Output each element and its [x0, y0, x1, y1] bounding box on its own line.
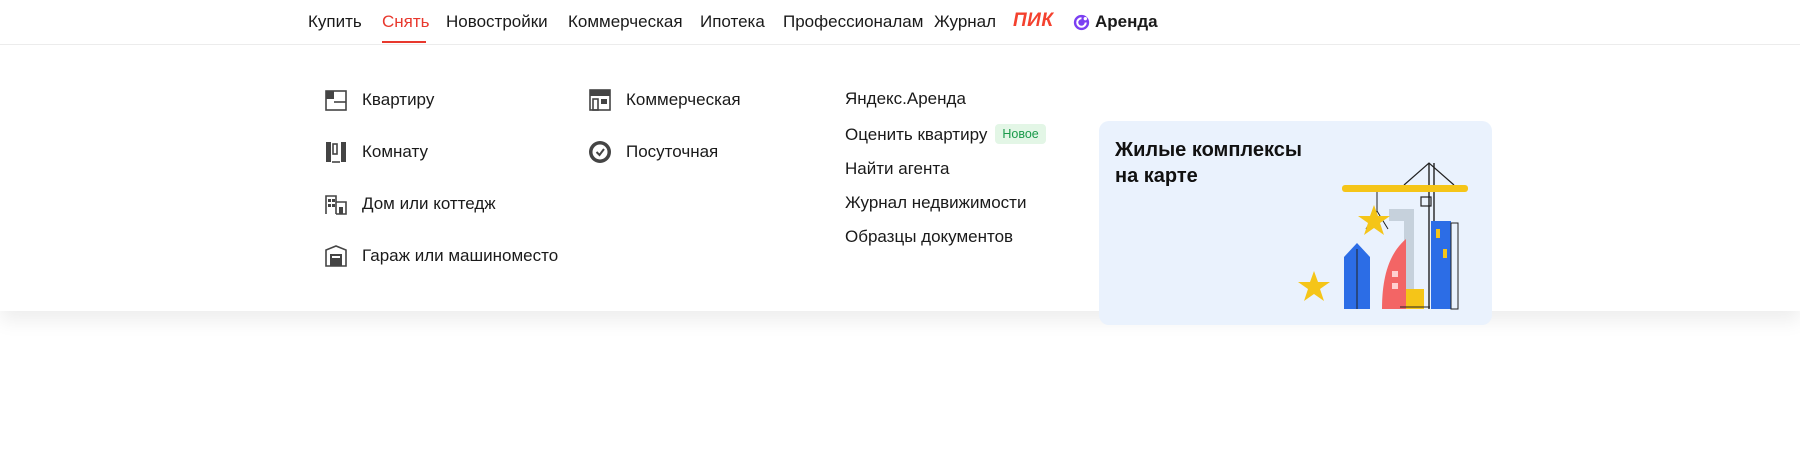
nav-new-buildings[interactable]: Новостройки	[446, 12, 548, 32]
menu-item-house-label: Дом или коттедж	[362, 194, 496, 213]
menu-item-commercial[interactable]: Коммерческая	[588, 88, 741, 112]
arenda-logo-icon	[1073, 14, 1090, 30]
menu-item-commercial-label: Коммерческая	[626, 90, 741, 109]
active-tab-underline	[382, 41, 426, 43]
menu-item-house[interactable]: Дом или коттедж	[324, 192, 496, 216]
apartment-icon	[325, 90, 347, 111]
menu-item-room[interactable]: Комнату	[324, 140, 428, 164]
promo-title: Жилые комплексы на карте	[1115, 139, 1302, 187]
commercial-icon	[589, 89, 611, 111]
top-navigation: Купить Снять Новостройки Коммерческая Ип…	[0, 0, 1800, 45]
garage-icon	[325, 245, 347, 267]
menu-item-apartment-label: Квартиру	[362, 90, 435, 109]
menu-item-garage[interactable]: Гараж или машиноместо	[324, 244, 558, 268]
link-realty-journal[interactable]: Журнал недвижимости	[845, 193, 1026, 213]
link-estimate-apartment-label: Оценить квартиру	[845, 125, 988, 144]
menu-item-apartment[interactable]: Квартиру	[324, 88, 434, 112]
menu-item-daily[interactable]: Посуточная	[588, 140, 718, 164]
link-estimate-apartment[interactable]: Оценить квартиру Новое	[845, 124, 1046, 145]
rent-dropdown-panel: Квартиру Комнату Дом или коттедж Гараж и…	[0, 45, 1800, 325]
menu-item-garage-label: Гараж или машиноместо	[362, 246, 559, 265]
link-yandex-arenda[interactable]: Яндекс.Аренда	[845, 89, 966, 109]
menu-item-room-label: Комнату	[362, 142, 428, 161]
new-badge: Новое	[995, 124, 1046, 144]
nav-mortgage[interactable]: Ипотека	[700, 12, 765, 32]
promo-card-complexes-map[interactable]: Жилые комплексы на карте	[1099, 121, 1492, 325]
room-icon	[326, 142, 346, 163]
link-find-agent[interactable]: Найти агента	[845, 159, 949, 179]
construction-illustration	[1298, 162, 1468, 310]
pik-logo-link[interactable]: ПИК	[1013, 10, 1054, 32]
clock-icon	[589, 141, 611, 163]
menu-item-daily-label: Посуточная	[626, 142, 719, 161]
nav-professionals[interactable]: Профессионалам	[783, 12, 923, 32]
nav-journal[interactable]: Журнал	[934, 12, 996, 32]
nav-buy[interactable]: Купить	[308, 12, 362, 32]
house-icon	[325, 195, 347, 215]
arenda-link[interactable]: Аренда	[1073, 12, 1158, 32]
arenda-label: Аренда	[1095, 12, 1158, 31]
nav-rent[interactable]: Снять	[382, 12, 430, 32]
nav-commercial[interactable]: Коммерческая	[568, 12, 683, 32]
link-document-samples[interactable]: Образцы документов	[845, 227, 1013, 247]
